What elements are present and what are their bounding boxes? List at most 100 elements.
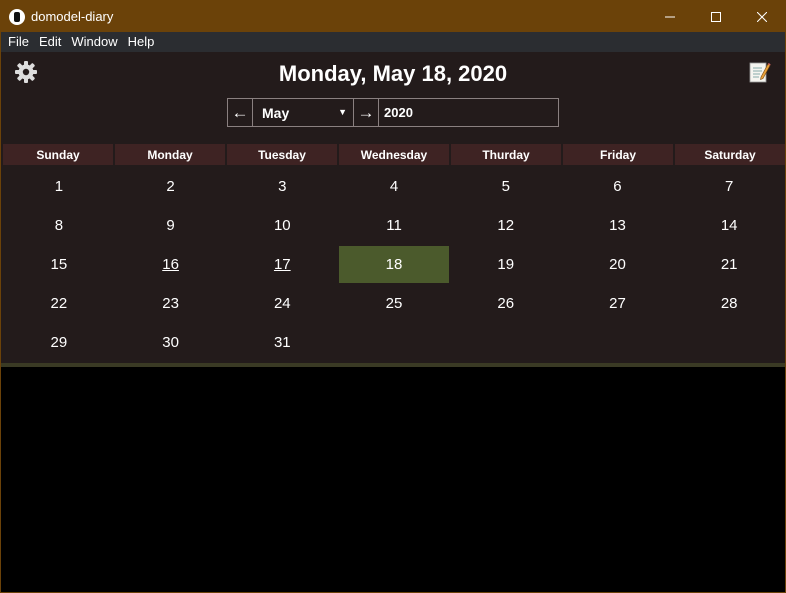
calendar-day[interactable]: 12 xyxy=(450,206,562,245)
calendar-day[interactable]: 18 xyxy=(338,245,450,284)
calendar-day[interactable]: 6 xyxy=(562,167,674,206)
calendar-day-number: 5 xyxy=(501,178,510,195)
calendar-day-number: 25 xyxy=(385,295,403,312)
calendar-day[interactable]: 26 xyxy=(450,284,562,323)
prev-month-button[interactable]: ← xyxy=(227,98,253,127)
calendar-day[interactable]: 15 xyxy=(3,245,115,284)
title-bar[interactable]: domodel-diary xyxy=(1,1,785,32)
page-title: Monday, May 18, 2020 xyxy=(278,61,508,86)
calendar-day-number: 10 xyxy=(273,217,291,234)
calendar-day[interactable]: 24 xyxy=(226,284,338,323)
calendar-day-inner: 18 xyxy=(339,246,450,283)
calendar-day[interactable]: 17 xyxy=(226,245,338,284)
menu-bar: File Edit Window Help xyxy=(1,32,785,52)
calendar-day[interactable]: 2 xyxy=(115,167,227,206)
calendar-day-number: 2 xyxy=(166,178,175,195)
calendar-day[interactable]: 20 xyxy=(562,245,674,284)
calendar-day-inner: 27 xyxy=(562,285,672,322)
calendar-day-inner: 25 xyxy=(339,285,449,322)
weekday-header: Sunday xyxy=(3,144,113,165)
calendar-day-number: 27 xyxy=(609,295,626,312)
calendar-day-number: 4 xyxy=(389,178,399,195)
next-month-button[interactable]: → xyxy=(353,98,379,127)
weekday-header: Wednesday xyxy=(339,144,449,165)
calendar-day[interactable]: 13 xyxy=(562,206,674,245)
calendar-day-inner: 26 xyxy=(451,285,561,322)
calendar-day[interactable]: 1 xyxy=(3,167,115,206)
weekday-header-row: Sunday Monday Tuesday Wednesday Thurday … xyxy=(3,144,785,165)
calendar-day[interactable]: 7 xyxy=(673,167,785,206)
calendar-day-number: 14 xyxy=(720,217,738,234)
calendar-day[interactable]: 23 xyxy=(115,284,227,323)
calendar-day-inner: 15 xyxy=(4,246,114,283)
calendar-day[interactable]: 28 xyxy=(673,284,785,323)
year-input[interactable]: 2020 xyxy=(379,98,559,127)
calendar-day[interactable]: 25 xyxy=(338,284,450,323)
calendar-day-number: 11 xyxy=(386,217,402,234)
calendar-day-inner: 5 xyxy=(451,168,561,205)
notepad-icon[interactable] xyxy=(747,60,771,84)
calendar-day-number: 29 xyxy=(50,334,68,351)
calendar-day[interactable]: 9 xyxy=(115,206,227,245)
calendar-day-inner: 11 xyxy=(339,207,449,244)
calendar-day[interactable]: 21 xyxy=(673,245,785,284)
calendar-day-number: 6 xyxy=(613,178,622,195)
calendar-day-number: 21 xyxy=(720,256,738,273)
calendar-day-inner: 21 xyxy=(674,246,784,283)
close-button[interactable] xyxy=(739,1,785,32)
calendar-day[interactable]: 10 xyxy=(226,206,338,245)
calendar-day[interactable]: 3 xyxy=(226,167,338,206)
calendar-day[interactable]: 31 xyxy=(226,323,338,362)
calendar-day[interactable]: 29 xyxy=(3,323,115,362)
calendar-day-number: 30 xyxy=(162,334,179,351)
calendar-day-inner: 20 xyxy=(562,246,672,283)
calendar-day[interactable]: 11 xyxy=(338,206,450,245)
calendar-day-number: 16 xyxy=(162,256,179,273)
calendar-day[interactable]: 14 xyxy=(673,206,785,245)
minimize-icon xyxy=(665,16,675,17)
weekday-header: Friday xyxy=(563,144,673,165)
calendar-day-inner: 8 xyxy=(4,207,114,244)
minimize-button[interactable] xyxy=(647,1,693,32)
calendar-empty-cell xyxy=(338,323,450,362)
window-controls xyxy=(647,1,785,32)
month-select[interactable]: May ▼ xyxy=(253,98,353,127)
menu-window[interactable]: Window xyxy=(66,32,122,52)
calendar-day-number: 18 xyxy=(385,256,403,273)
calendar-day-inner: 24 xyxy=(227,285,337,322)
calendar-day-number: 3 xyxy=(278,178,287,195)
calendar-day-number: 26 xyxy=(497,295,515,312)
menu-edit[interactable]: Edit xyxy=(34,32,66,52)
close-icon xyxy=(757,11,767,22)
calendar-empty-cell xyxy=(673,323,785,362)
weekday-header: Thurday xyxy=(451,144,561,165)
calendar-day-inner: 31 xyxy=(227,324,337,361)
maximize-button[interactable] xyxy=(693,1,739,32)
calendar-day-inner: 30 xyxy=(116,324,226,361)
calendar-day[interactable]: 4 xyxy=(338,167,450,206)
menu-help[interactable]: Help xyxy=(123,32,160,52)
calendar-day-number: 7 xyxy=(725,178,734,195)
menu-file[interactable]: File xyxy=(3,32,34,52)
calendar-day[interactable]: 8 xyxy=(3,206,115,245)
date-navigation: ← May ▼ → 2020 xyxy=(227,98,559,127)
calendar-day-number: 19 xyxy=(497,256,515,273)
calendar-day-inner: 9 xyxy=(116,207,226,244)
app-window: domodel-diary File Edit Window Help Mond… xyxy=(0,0,786,593)
calendar-day-inner: 4 xyxy=(339,168,449,205)
calendar-day[interactable]: 22 xyxy=(3,284,115,323)
calendar-day-inner: 13 xyxy=(562,207,672,244)
month-value: May xyxy=(262,104,290,121)
diary-editor[interactable] xyxy=(1,367,785,592)
calendar-day[interactable]: 19 xyxy=(450,245,562,284)
calendar-day[interactable]: 30 xyxy=(115,323,227,362)
calendar-week-row: 29 30 31 xyxy=(3,323,785,362)
calendar-day-inner xyxy=(339,324,449,361)
calendar-day-number: 24 xyxy=(273,295,291,312)
calendar-day-inner: 22 xyxy=(4,285,114,322)
calendar-day-inner: 29 xyxy=(4,324,114,361)
calendar-day[interactable]: 27 xyxy=(562,284,674,323)
calendar-day[interactable]: 16 xyxy=(115,245,227,284)
calendar-day-inner: 28 xyxy=(674,285,784,322)
calendar-day[interactable]: 5 xyxy=(450,167,562,206)
